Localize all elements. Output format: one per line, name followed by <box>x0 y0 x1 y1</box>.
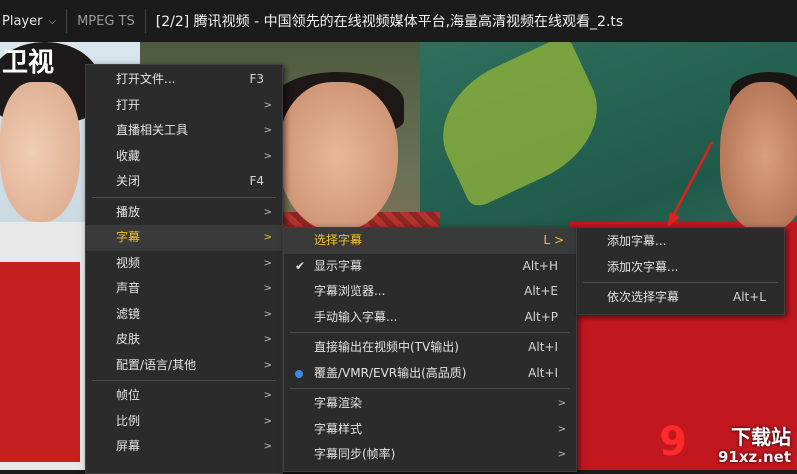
menu-item-shortcut: L > <box>543 233 564 247</box>
menu-item-label: 直播相关工具 <box>116 123 189 137</box>
menu-item-label: 打开文件... <box>116 72 176 86</box>
submenu-arrow-icon: > <box>263 334 272 345</box>
menu-item-cycle-subtitle[interactable]: 依次选择字幕 Alt+L <box>577 285 784 311</box>
menu-item-label: 视频 <box>116 255 141 270</box>
menu-item-subtitle-sync[interactable]: 字幕同步(帧率) > <box>284 442 576 468</box>
menu-item-show-subtitle[interactable]: ✔ 显示字幕 Alt+H <box>284 254 576 280</box>
menu-item-label: 添加字幕... <box>607 234 667 248</box>
menu-item-shortcut: Alt+E <box>524 284 558 298</box>
menu-item-filters[interactable]: 滤镜 > <box>86 302 282 328</box>
menu-item-label: 字幕 <box>116 230 141 244</box>
check-icon: ✔ <box>294 258 306 273</box>
menu-item-add-secondary-subtitle[interactable]: 添加次字幕... <box>577 255 784 281</box>
menu-item-tv-output[interactable]: 直接输出在视频中(TV输出) Alt+I <box>284 335 576 361</box>
menu-item-add-subtitle[interactable]: 添加字幕... <box>577 229 784 255</box>
menu-item-skins[interactable]: 皮肤 > <box>86 327 282 353</box>
submenu-arrow-icon: > <box>263 415 272 427</box>
menu-item-open[interactable]: 打开 > <box>86 93 282 119</box>
menu-item-frame[interactable]: 帧位 > <box>86 383 282 409</box>
menu-item-favorites[interactable]: 收藏 > <box>86 144 282 170</box>
menu-item-close[interactable]: 关闭 F4 <box>86 169 282 195</box>
menu-item-label: 皮肤 <box>116 332 141 346</box>
submenu-arrow-icon: > <box>263 99 272 111</box>
menu-item-subtitle-style[interactable]: 字幕样式 > <box>284 417 576 443</box>
menu-item-label: 覆盖/VMR/EVR输出(高品质) <box>314 365 467 380</box>
menu-item-label: 滤镜 <box>116 306 141 321</box>
menu-item-screen[interactable]: 屏幕 > <box>86 434 282 460</box>
menu-item-label: 收藏 <box>116 148 141 163</box>
menu-item-shortcut: Alt+L <box>733 290 766 304</box>
menu-item-subtitles[interactable]: 字幕 > <box>86 225 282 251</box>
menu-item-shortcut: F3 <box>249 72 264 86</box>
submenu-arrow-icon: > <box>263 206 272 218</box>
menu-item-label: 配置/语言/其他 <box>116 357 197 372</box>
menu-item-label: 关闭 <box>116 174 141 188</box>
submenu-arrow-icon: > <box>263 359 272 371</box>
submenu-arrow-icon: > <box>263 441 272 452</box>
menu-item-shortcut: F4 <box>249 174 264 188</box>
menu-item-playback[interactable]: 播放 > <box>86 200 282 226</box>
menu-item-video[interactable]: 视频 > <box>86 251 282 277</box>
submenu-arrow-icon: > <box>263 232 272 243</box>
submenu-arrow-icon: > <box>263 308 272 320</box>
menu-item-select-subtitle[interactable]: 选择字幕 L > <box>284 228 576 254</box>
subtitle-submenu: 选择字幕 L > ✔ 显示字幕 Alt+H 字幕浏览器... Alt+E 手动输… <box>283 227 577 472</box>
menu-item-live-tools[interactable]: 直播相关工具 > <box>86 118 282 144</box>
submenu-arrow-icon: > <box>557 423 566 435</box>
menu-item-label: 直接输出在视频中(TV输出) <box>314 340 459 354</box>
menu-separator <box>290 388 570 389</box>
menu-item-label: 字幕浏览器... <box>314 284 386 298</box>
menu-item-manual-subtitle[interactable]: 手动输入字幕... Alt+P <box>284 305 576 331</box>
submenu-arrow-icon: > <box>263 283 272 294</box>
menu-separator <box>92 380 276 381</box>
menu-separator <box>290 332 570 333</box>
menu-item-config[interactable]: 配置/语言/其他 > <box>86 353 282 379</box>
radio-selected-icon <box>295 369 303 378</box>
menu-separator <box>583 282 778 283</box>
menu-item-label: 打开 <box>116 97 141 112</box>
menu-item-label: 选择字幕 <box>314 233 363 247</box>
menu-item-shortcut: Alt+H <box>522 258 558 273</box>
menu-separator <box>92 196 276 198</box>
context-menu: 打开文件... F3 打开 > 直播相关工具 > 收藏 > 关闭 F4 播放 >… <box>85 64 283 474</box>
submenu-arrow-icon: > <box>557 398 566 409</box>
submenu-arrow-icon: > <box>263 390 272 401</box>
menu-item-subtitle-browser[interactable]: 字幕浏览器... Alt+E <box>284 279 576 305</box>
submenu-arrow-icon: > <box>263 125 272 136</box>
submenu-arrow-icon: > <box>263 150 272 162</box>
menu-item-label: 依次选择字幕 <box>607 290 680 304</box>
menu-item-label: 字幕样式 <box>314 421 363 436</box>
menu-item-shortcut: Alt+P <box>524 309 558 324</box>
menu-item-label: 手动输入字幕... <box>314 309 398 324</box>
menu-item-label: 显示字幕 <box>314 258 363 273</box>
menu-item-label: 屏幕 <box>116 439 141 453</box>
menu-item-label: 字幕同步(帧率) <box>314 447 396 461</box>
menu-item-label: 添加次字幕... <box>607 259 679 274</box>
menu-item-audio[interactable]: 声音 > <box>86 276 282 302</box>
menu-item-label: 声音 <box>116 281 141 295</box>
menu-item-label: 字幕渲染 <box>314 396 363 410</box>
menu-item-label: 帧位 <box>116 388 141 402</box>
menu-item-label: 播放 <box>116 204 141 219</box>
menu-item-aspect-ratio[interactable]: 比例 > <box>86 409 282 435</box>
menu-item-shortcut: Alt+I <box>528 365 558 380</box>
select-subtitle-submenu: 添加字幕... 添加次字幕... 依次选择字幕 Alt+L <box>576 227 785 315</box>
menu-item-shortcut: Alt+I <box>528 340 558 354</box>
menu-item-label: 比例 <box>116 413 141 428</box>
menu-item-overlay-output[interactable]: 覆盖/VMR/EVR输出(高品质) Alt+I <box>284 361 576 387</box>
submenu-arrow-icon: > <box>263 257 272 269</box>
menu-item-open-file[interactable]: 打开文件... F3 <box>86 67 282 93</box>
submenu-arrow-icon: > <box>557 449 566 460</box>
menu-item-subtitle-render[interactable]: 字幕渲染 > <box>284 391 576 417</box>
